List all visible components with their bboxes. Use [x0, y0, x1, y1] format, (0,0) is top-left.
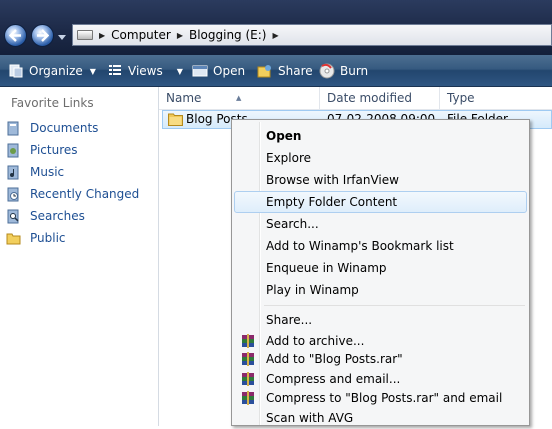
favorite-link-label: Searches	[30, 209, 85, 223]
back-button[interactable]	[4, 24, 27, 47]
menu-item-label: Open	[266, 129, 302, 143]
burn-button[interactable]: Burn	[319, 62, 368, 80]
winrar-icon	[242, 391, 254, 405]
menu-item-label: Explore	[266, 151, 312, 165]
back-arrow-icon	[9, 29, 21, 42]
winrar-icon	[242, 352, 254, 366]
menu-separator	[264, 305, 525, 306]
favorite-link-recently-changed[interactable]: Recently Changed	[6, 184, 139, 204]
share-button[interactable]: Share	[257, 62, 313, 80]
searches-icon	[6, 209, 21, 224]
forward-arrow-icon	[37, 29, 49, 42]
column-date-modified[interactable]: Date modified	[320, 87, 440, 109]
menu-item-share[interactable]: Share...	[234, 309, 527, 331]
column-type[interactable]: Type	[440, 87, 552, 109]
breadcrumb-chevron-icon[interactable]: ▶	[177, 31, 183, 40]
organize-label: Organize	[29, 64, 83, 78]
open-button[interactable]: Open	[192, 62, 245, 80]
views-button[interactable]: Views ▼	[107, 62, 183, 80]
navigation-pane: Favorite Links Documents Pictures Music …	[0, 87, 159, 426]
breadcrumb-chevron-icon[interactable]: ▶	[272, 31, 278, 40]
menu-item-add-to-rar[interactable]: Add to "Blog Posts.rar"	[234, 348, 527, 370]
menu-item-search[interactable]: Search...	[234, 213, 527, 235]
favorite-link-label: Public	[30, 231, 66, 245]
recent-pages-dropdown-icon[interactable]	[58, 33, 66, 41]
chevron-down-icon: ▼	[89, 66, 96, 76]
menu-item-label: Empty Folder Content	[266, 195, 398, 209]
menu-item-empty-folder-content[interactable]: Empty Folder Content	[234, 191, 527, 213]
recently-changed-icon	[6, 187, 21, 202]
folder-icon	[168, 113, 183, 126]
favorite-link-label: Documents	[30, 121, 99, 135]
public-folder-icon	[6, 231, 21, 246]
menu-item-compress-to-rar-and-email[interactable]: Compress to "Blog Posts.rar" and email	[234, 387, 527, 409]
drive-icon	[77, 30, 93, 40]
menu-item-explore[interactable]: Explore	[234, 147, 527, 169]
address-box[interactable]: ▶ Computer ▶ Blogging (E:) ▶	[72, 24, 552, 46]
music-icon	[6, 165, 21, 180]
column-header: Name ▲ Date modified Type	[159, 87, 552, 110]
share-label: Share	[278, 64, 313, 78]
views-icon	[107, 63, 123, 79]
menu-item-label: Add to "Blog Posts.rar"	[266, 352, 403, 366]
menu-item-browse-irfanview[interactable]: Browse with IrfanView	[234, 169, 527, 191]
column-name[interactable]: Name ▲	[159, 87, 320, 109]
forward-button[interactable]	[31, 24, 54, 47]
menu-item-winamp-bookmark[interactable]: Add to Winamp's Bookmark list	[234, 235, 527, 257]
open-label: Open	[213, 64, 246, 78]
address-bar-area: ▶ Computer ▶ Blogging (E:) ▶	[0, 0, 552, 55]
menu-item-label: Compress to "Blog Posts.rar" and email	[266, 391, 503, 405]
command-toolbar: Organize ▼ Views ▼ Open Share Burn	[0, 55, 552, 87]
favorite-link-documents[interactable]: Documents	[6, 118, 98, 138]
open-window-icon	[192, 63, 208, 79]
favorite-link-public[interactable]: Public	[6, 228, 66, 248]
menu-item-play-winamp[interactable]: Play in Winamp	[234, 279, 527, 301]
favorite-link-label: Pictures	[30, 143, 78, 157]
menu-item-enqueue-winamp[interactable]: Enqueue in Winamp	[234, 257, 527, 279]
pictures-icon	[6, 143, 21, 158]
breadcrumb-chevron-icon[interactable]: ▶	[99, 31, 105, 40]
breadcrumb-drive[interactable]: Blogging (E:)	[189, 28, 267, 42]
views-label: Views	[128, 64, 163, 78]
documents-icon	[6, 121, 21, 136]
burn-disc-icon	[319, 63, 335, 79]
sort-ascending-icon: ▲	[236, 94, 242, 102]
column-name-label: Name	[166, 91, 202, 105]
favorite-links-heading: Favorite Links	[11, 96, 94, 110]
winrar-icon	[242, 334, 254, 348]
favorite-link-label: Music	[30, 165, 65, 179]
favorite-link-searches[interactable]: Searches	[6, 206, 85, 226]
winrar-icon	[242, 372, 254, 386]
menu-item-label: Search...	[266, 217, 319, 231]
share-icon	[257, 63, 273, 79]
menu-item-open[interactable]: Open	[234, 125, 527, 147]
favorite-link-label: Recently Changed	[30, 187, 140, 201]
breadcrumb-computer[interactable]: Computer	[111, 28, 171, 42]
menu-item-label: Play in Winamp	[266, 283, 359, 297]
organize-button[interactable]: Organize ▼	[8, 62, 96, 80]
favorite-link-pictures[interactable]: Pictures	[6, 140, 78, 160]
favorite-link-music[interactable]: Music	[6, 162, 64, 182]
menu-item-label: Enqueue in Winamp	[266, 261, 387, 275]
burn-label: Burn	[340, 64, 369, 78]
organize-icon	[8, 63, 24, 79]
chevron-down-icon: ▼	[176, 66, 183, 76]
menu-item-label: Browse with IrfanView	[266, 173, 399, 187]
column-type-label: Type	[447, 91, 475, 105]
menu-item-label: Share...	[266, 313, 313, 327]
column-date-label: Date modified	[327, 91, 413, 105]
context-menu: Open Explore Browse with IrfanView Empty…	[231, 119, 530, 426]
menu-item-label: Add to Winamp's Bookmark list	[266, 239, 454, 253]
